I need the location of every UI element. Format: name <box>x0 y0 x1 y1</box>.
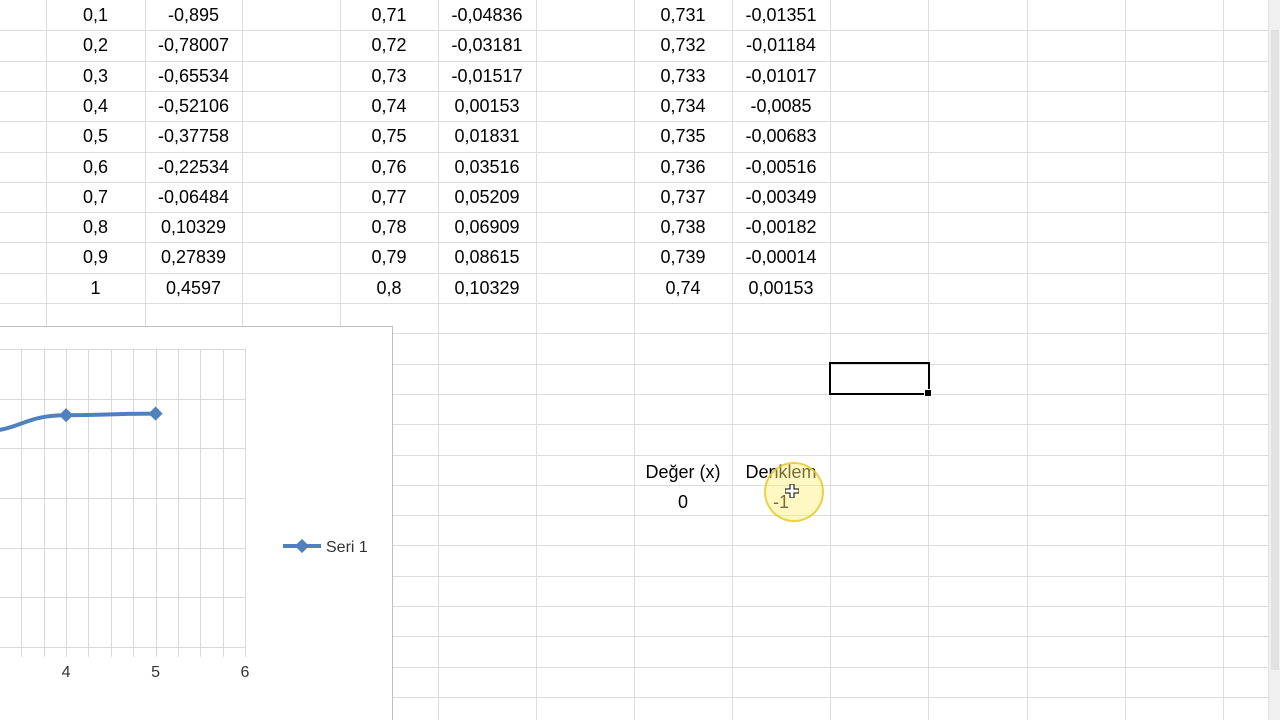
data-point-marker <box>59 408 74 423</box>
table3-cell-r10-c1[interactable]: 0,74 <box>634 273 732 303</box>
table3-cell-r7-c2[interactable]: -0,00349 <box>732 182 830 212</box>
table3-cell-r1-c2[interactable]: -0,01351 <box>732 0 830 30</box>
x-tick-label: 6 <box>241 664 250 681</box>
table3-cell-r4-c1[interactable]: 0,734 <box>634 91 732 121</box>
x-value-cell[interactable]: 0 <box>634 487 732 517</box>
table2-cell-r1-c2[interactable]: -0,04836 <box>438 0 536 30</box>
table1-cell-r2-c1[interactable]: 0,2 <box>46 30 145 60</box>
table1-cell-r1-c1[interactable]: 0,1 <box>46 0 145 30</box>
table1-cell-r5-c1[interactable]: 0,5 <box>46 121 145 151</box>
column-gridline <box>928 0 929 720</box>
row-gridline <box>0 303 1280 304</box>
table1-cell-r5-c2[interactable]: -0,37758 <box>145 121 242 151</box>
spreadsheet-grid[interactable]: 0,1 -0,895 0,2 -0,78007 0,3 -0,65534 0,4 -0,521… <box>0 0 1280 720</box>
table1-cell-r9-c1[interactable]: 0,9 <box>46 242 145 272</box>
table2-cell-r2-c1[interactable]: 0,72 <box>340 30 438 60</box>
table1-cell-r3-c1[interactable]: 0,3 <box>46 61 145 91</box>
table3-cell-r2-c2[interactable]: -0,01184 <box>732 30 830 60</box>
table3-cell-r5-c1[interactable]: 0,735 <box>634 121 732 151</box>
x-tick-label: 4 <box>62 664 71 681</box>
column-gridline <box>830 0 831 720</box>
table1-cell-r7-c1[interactable]: 0,7 <box>46 182 145 212</box>
table2-cell-r7-c2[interactable]: 0,05209 <box>438 182 536 212</box>
table3-cell-r9-c1[interactable]: 0,739 <box>634 242 732 272</box>
table2-cell-r2-c2[interactable]: -0,03181 <box>438 30 536 60</box>
vertical-scrollbar[interactable] <box>1268 0 1280 720</box>
table3-cell-r5-c2[interactable]: -0,00683 <box>732 121 830 151</box>
table3-cell-r4-c2[interactable]: -0,0085 <box>732 91 830 121</box>
table1-cell-r3-c2[interactable]: -0,65534 <box>145 61 242 91</box>
table2-cell-r5-c2[interactable]: 0,01831 <box>438 121 536 151</box>
fill-handle[interactable] <box>924 389 932 397</box>
x-value-header[interactable]: Değer (x) <box>634 457 732 487</box>
table1-cell-r4-c2[interactable]: -0,52106 <box>145 91 242 121</box>
legend-marker <box>294 538 310 554</box>
x-axis-tick-labels: 4 5 6 <box>62 664 250 681</box>
table1-cell-r1-c2[interactable]: -0,895 <box>145 0 242 30</box>
table2-cell-r9-c1[interactable]: 0,79 <box>340 242 438 272</box>
table1-cell-r6-c2[interactable]: -0,22534 <box>145 152 242 182</box>
table2-cell-r8-c1[interactable]: 0,78 <box>340 212 438 242</box>
column-gridline <box>1125 0 1126 720</box>
table2-cell-r6-c2[interactable]: 0,03516 <box>438 152 536 182</box>
table3-cell-r10-c2[interactable]: 0,00153 <box>732 273 830 303</box>
table2-cell-r5-c1[interactable]: 0,75 <box>340 121 438 151</box>
table3-cell-r9-c2[interactable]: -0,00014 <box>732 242 830 272</box>
series-line-seri-1 <box>0 411 158 432</box>
table2-cell-r8-c2[interactable]: 0,06909 <box>438 212 536 242</box>
column-gridline <box>536 0 537 720</box>
table2-cell-r10-c2[interactable]: 0,10329 <box>438 273 536 303</box>
data-point-marker <box>148 406 163 421</box>
table1-cell-r4-c1[interactable]: 0,4 <box>46 91 145 121</box>
table1-cell-r8-c2[interactable]: 0,10329 <box>145 212 242 242</box>
table2-cell-r10-c1[interactable]: 0,8 <box>340 273 438 303</box>
table1-cell-r10-c2[interactable]: 0,4597 <box>145 273 242 303</box>
chart-container[interactable]: 4 5 6 Seri 1 <box>0 326 393 720</box>
table3-cell-r1-c1[interactable]: 0,731 <box>634 0 732 30</box>
table2-cell-r4-c1[interactable]: 0,74 <box>340 91 438 121</box>
selected-cell[interactable] <box>829 362 932 397</box>
table2-cell-r9-c2[interactable]: 0,08615 <box>438 242 536 272</box>
column-gridline <box>1223 0 1224 720</box>
table1-cell-r2-c2[interactable]: -0,78007 <box>145 30 242 60</box>
table3-cell-r8-c1[interactable]: 0,738 <box>634 212 732 242</box>
legend-label: Seri 1 <box>326 539 368 556</box>
chart-legend: Seri 1 <box>283 538 368 556</box>
table3-cell-r8-c2[interactable]: -0,00182 <box>732 212 830 242</box>
table2-cell-r6-c1[interactable]: 0,76 <box>340 152 438 182</box>
table2-cell-r4-c2[interactable]: 0,00153 <box>438 91 536 121</box>
table3-cell-r3-c2[interactable]: -0,01017 <box>732 61 830 91</box>
table1-cell-r6-c1[interactable]: 0,6 <box>46 152 145 182</box>
table2-cell-r3-c1[interactable]: 0,73 <box>340 61 438 91</box>
scrollbar-thumb[interactable] <box>1271 30 1279 670</box>
column-gridline <box>1027 0 1028 720</box>
x-tick-label: 5 <box>151 664 160 681</box>
table3-cell-r2-c1[interactable]: 0,732 <box>634 30 732 60</box>
table1-cell-r8-c1[interactable]: 0,8 <box>46 212 145 242</box>
table3-cell-r6-c2[interactable]: -0,00516 <box>732 152 830 182</box>
table2-cell-r7-c1[interactable]: 0,77 <box>340 182 438 212</box>
table1-cell-r7-c2[interactable]: -0,06484 <box>145 182 242 212</box>
table3-cell-r3-c1[interactable]: 0,733 <box>634 61 732 91</box>
cell-select-cursor-icon <box>785 484 799 498</box>
table1-cell-r9-c2[interactable]: 0,27839 <box>145 242 242 272</box>
table3-cell-r6-c1[interactable]: 0,736 <box>634 152 732 182</box>
chart-gridlines <box>0 349 246 657</box>
table2-cell-r3-c2[interactable]: -0,01517 <box>438 61 536 91</box>
table2-cell-r1-c1[interactable]: 0,71 <box>340 0 438 30</box>
table3-cell-r7-c1[interactable]: 0,737 <box>634 182 732 212</box>
line-chart: 4 5 6 Seri 1 <box>0 349 368 681</box>
table1-cell-r10-c1[interactable]: 1 <box>46 273 145 303</box>
